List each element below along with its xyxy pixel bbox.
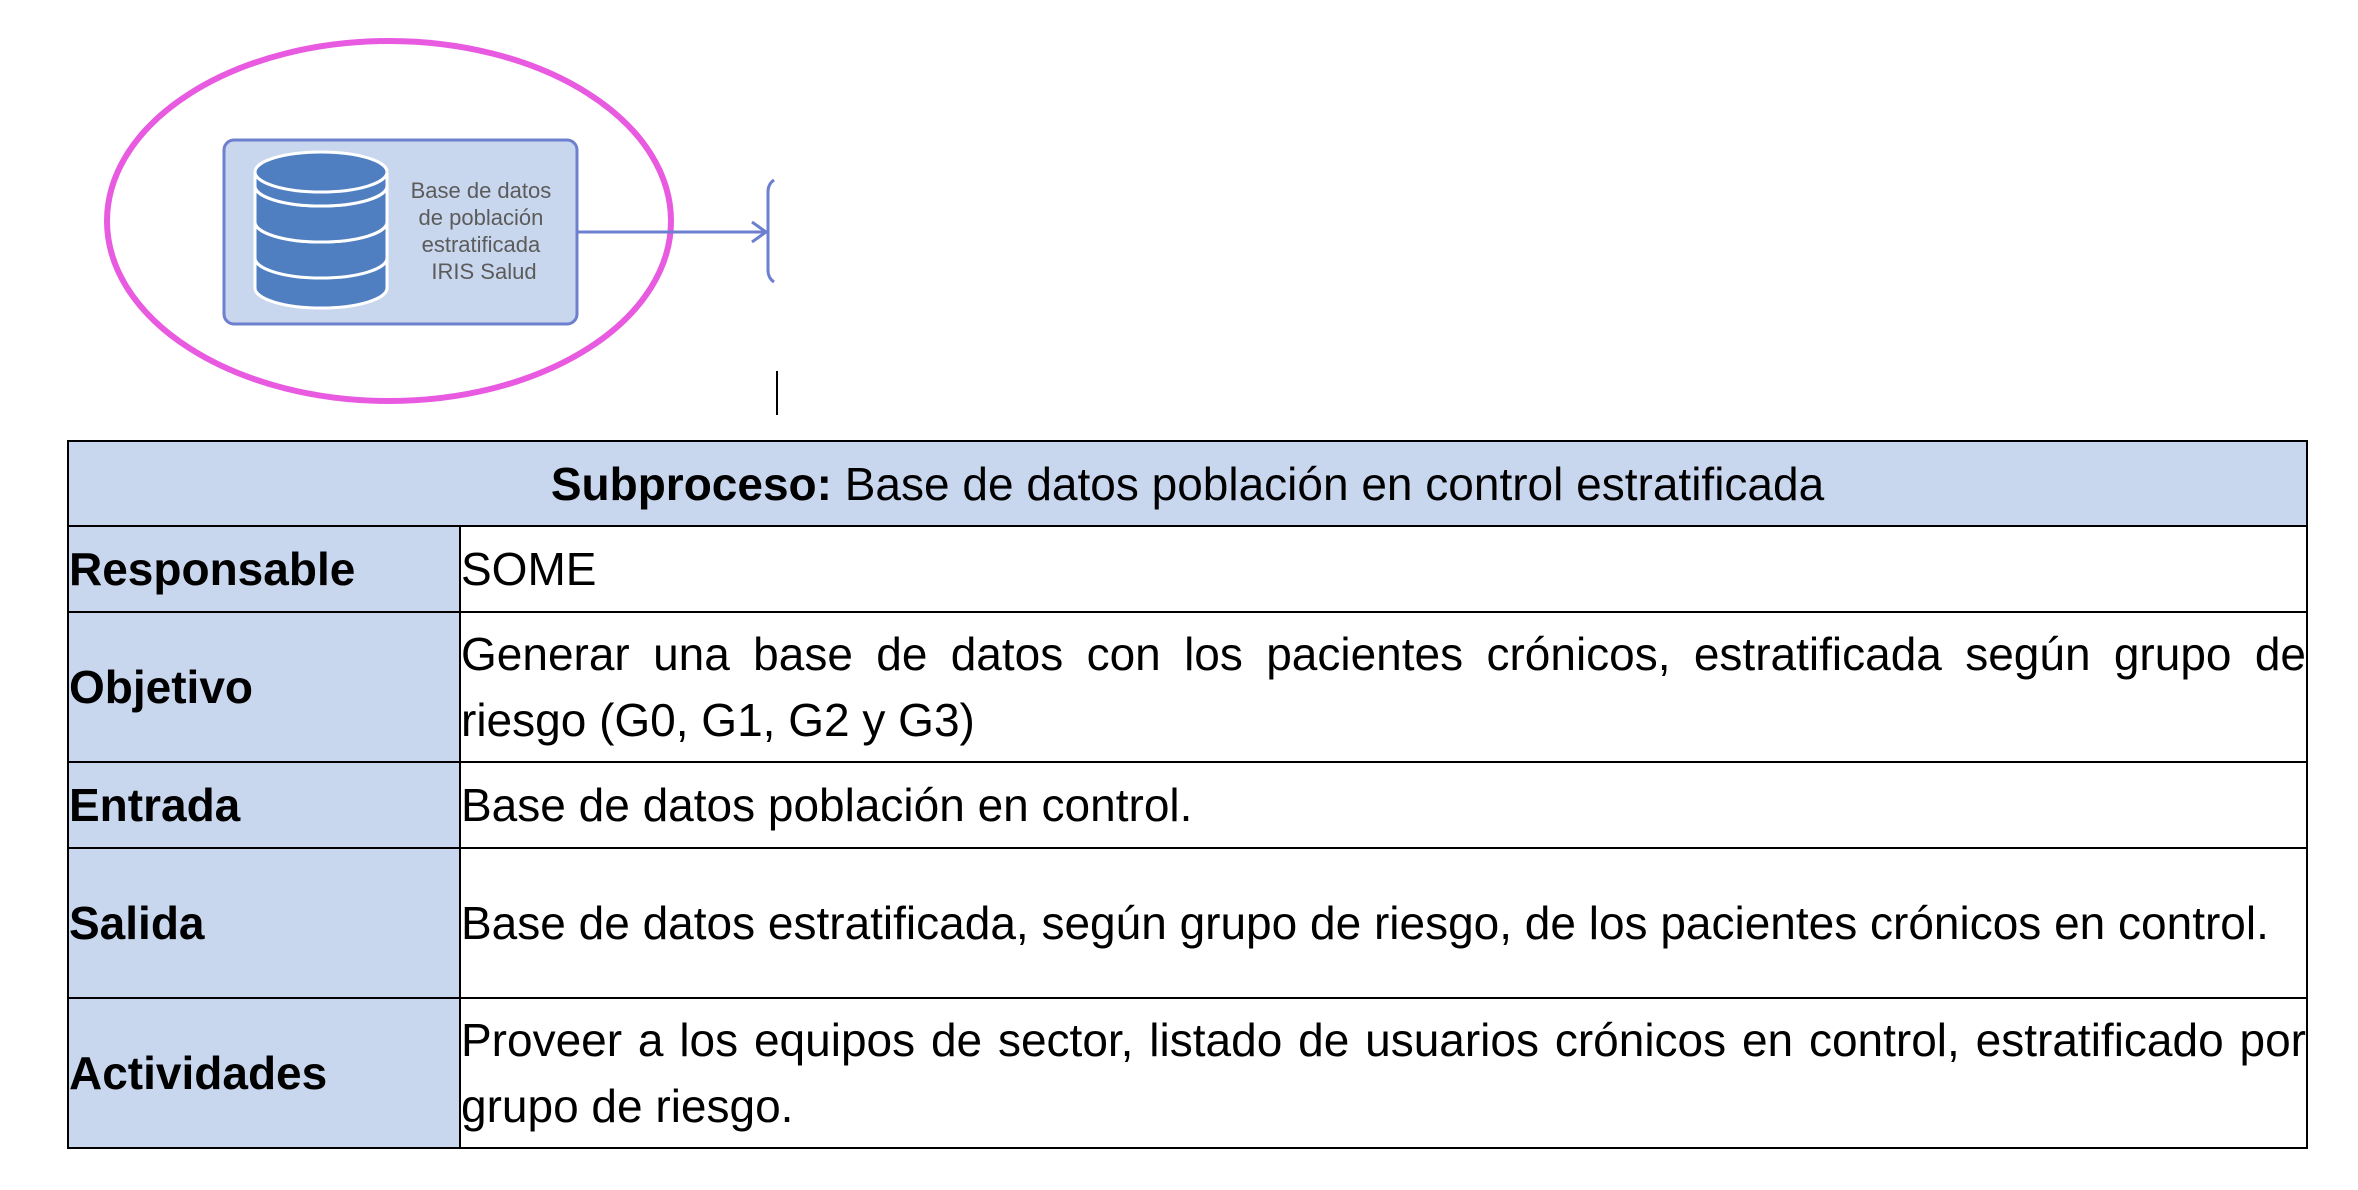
table-row: Responsable SOME xyxy=(67,525,2308,613)
header-bold-label: Subproceso: xyxy=(550,457,832,510)
table-row: Entrada Base de datos población en contr… xyxy=(67,761,2308,849)
table-row: Salida Base de datos estratificada, segú… xyxy=(67,847,2308,999)
row-label: Actividades xyxy=(67,997,461,1149)
row-label: Responsable xyxy=(67,525,461,613)
row-value: SOME xyxy=(459,525,2308,613)
database-label-line: IRIS Salud xyxy=(431,259,536,284)
table-row: Objetivo Generar una base de datos con l… xyxy=(67,611,2308,763)
row-value: Proveer a los equipos de sector, listado… xyxy=(459,997,2308,1149)
table-row: Actividades Proveer a los equipos de sec… xyxy=(67,997,2308,1149)
table-header: Subproceso: Base de datos población en c… xyxy=(67,440,2308,527)
row-value: Base de datos estratificada, según grupo… xyxy=(459,847,2308,999)
text-cursor xyxy=(776,371,778,415)
database-icon xyxy=(253,150,389,310)
header-title: Base de datos población en control estra… xyxy=(831,457,1825,510)
row-label: Entrada xyxy=(67,761,461,849)
row-label: Salida xyxy=(67,847,461,999)
process-diagram-fragment: Base de datos de población estratificada… xyxy=(104,38,775,404)
database-label-line: Base de datos xyxy=(411,178,552,203)
subprocess-table: Subproceso: Base de datos población en c… xyxy=(67,440,2308,1149)
row-label: Objetivo xyxy=(67,611,461,763)
database-label-line: de población xyxy=(419,205,544,230)
row-value: Base de datos población en control. xyxy=(459,761,2308,849)
row-value: Generar una base de datos con los pacien… xyxy=(459,611,2308,763)
next-node-edge xyxy=(766,178,775,284)
database-label-line: estratificada xyxy=(422,232,541,257)
